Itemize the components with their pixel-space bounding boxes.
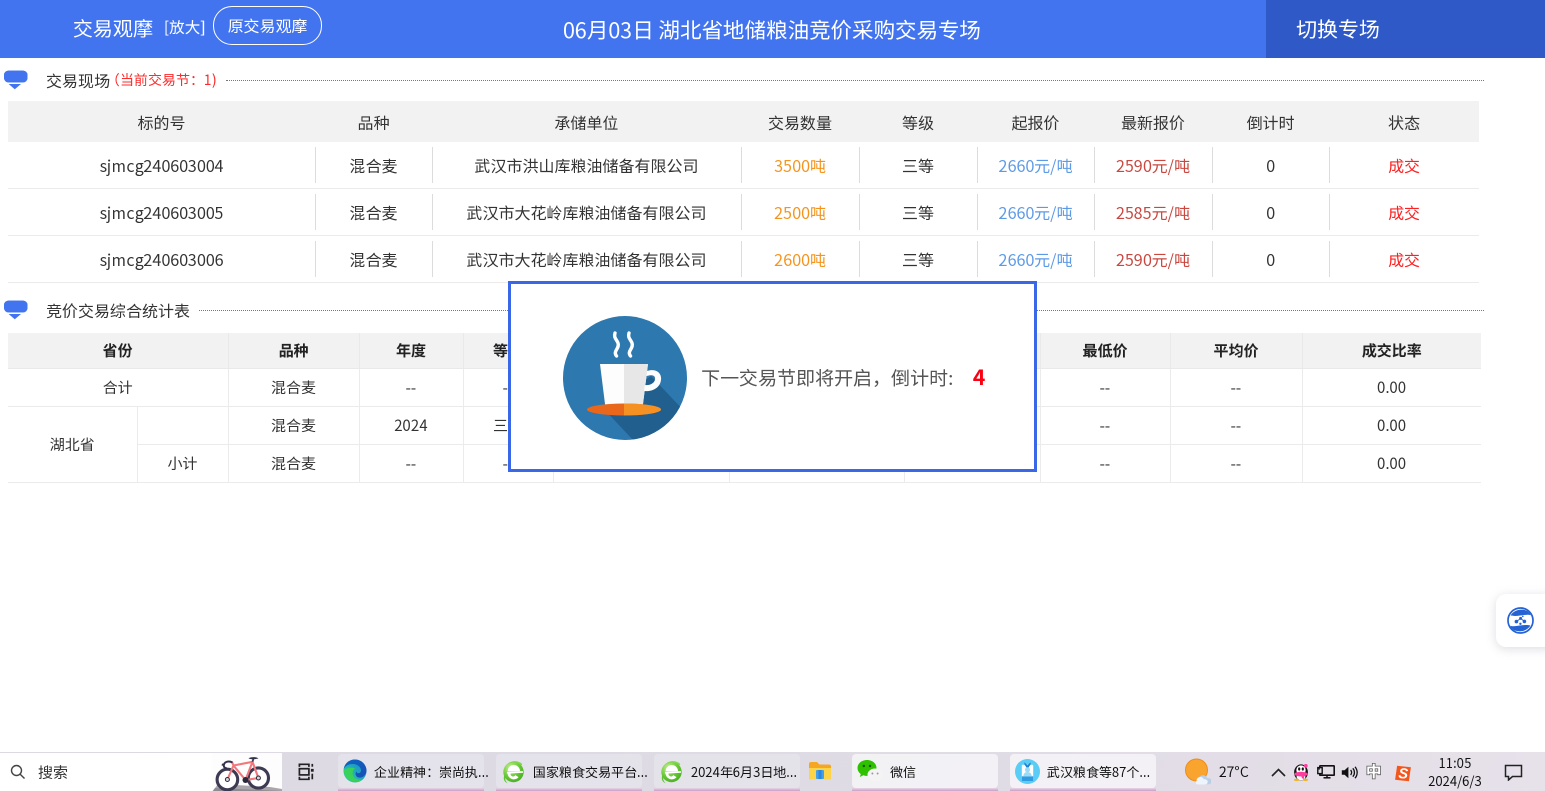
svg-text:S: S: [1398, 766, 1409, 782]
svg-text:中: 中: [1366, 763, 1382, 780]
